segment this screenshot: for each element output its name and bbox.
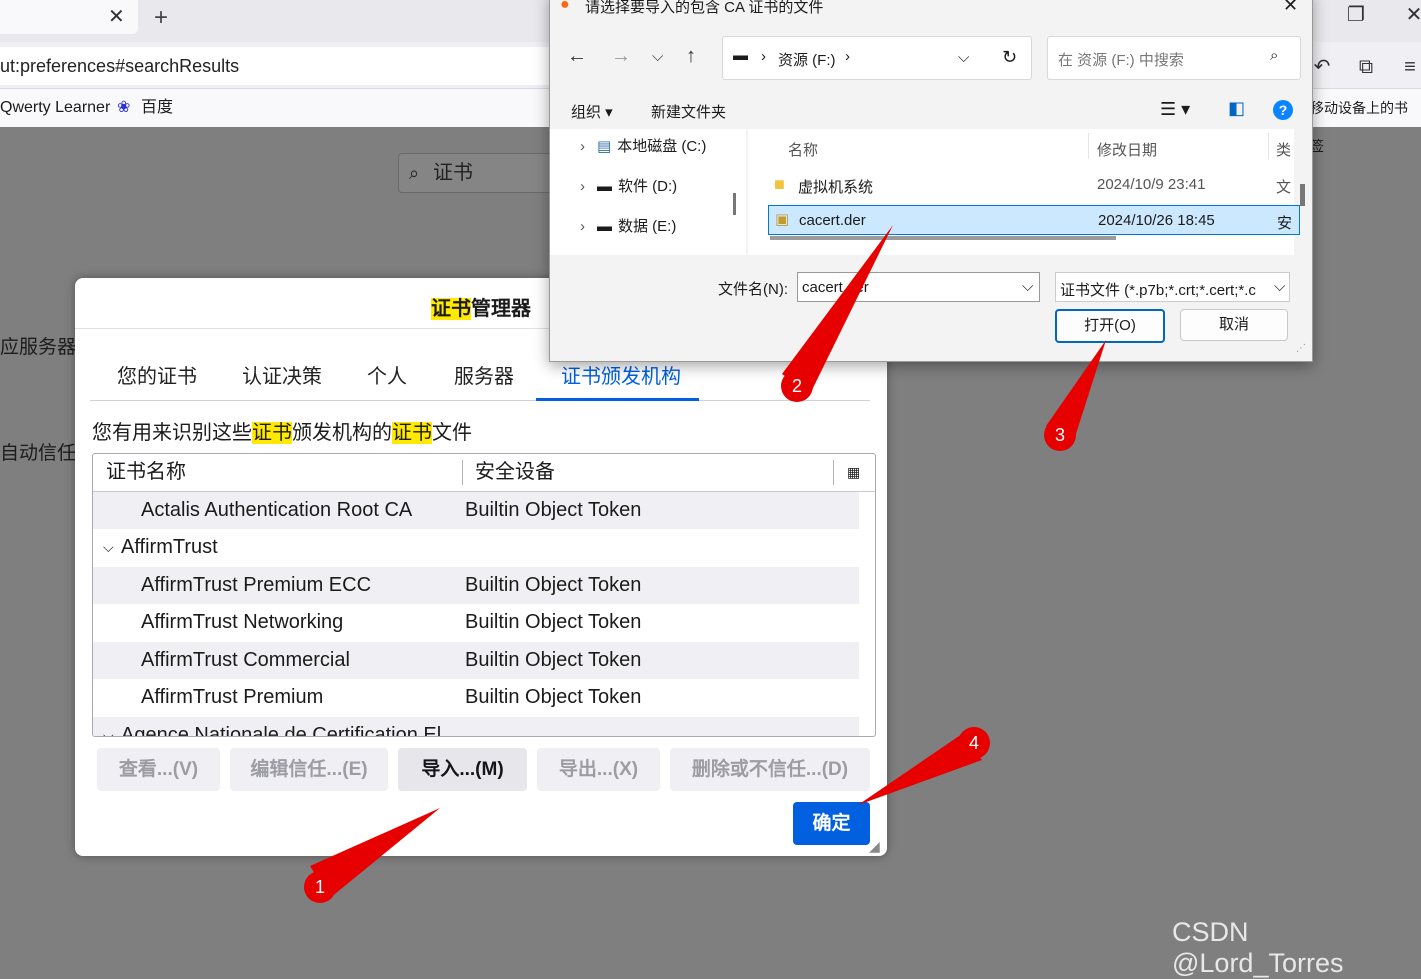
annotation-4: 4 [958,727,990,759]
annotation-3: 3 [1044,419,1076,451]
arrow-2 [782,225,893,394]
annotation-arrows [310,225,1106,898]
annotation-1: 1 [304,871,336,903]
annotation-2: 2 [781,370,813,402]
watermark: CSDN @Lord_Torres [1172,917,1344,978]
